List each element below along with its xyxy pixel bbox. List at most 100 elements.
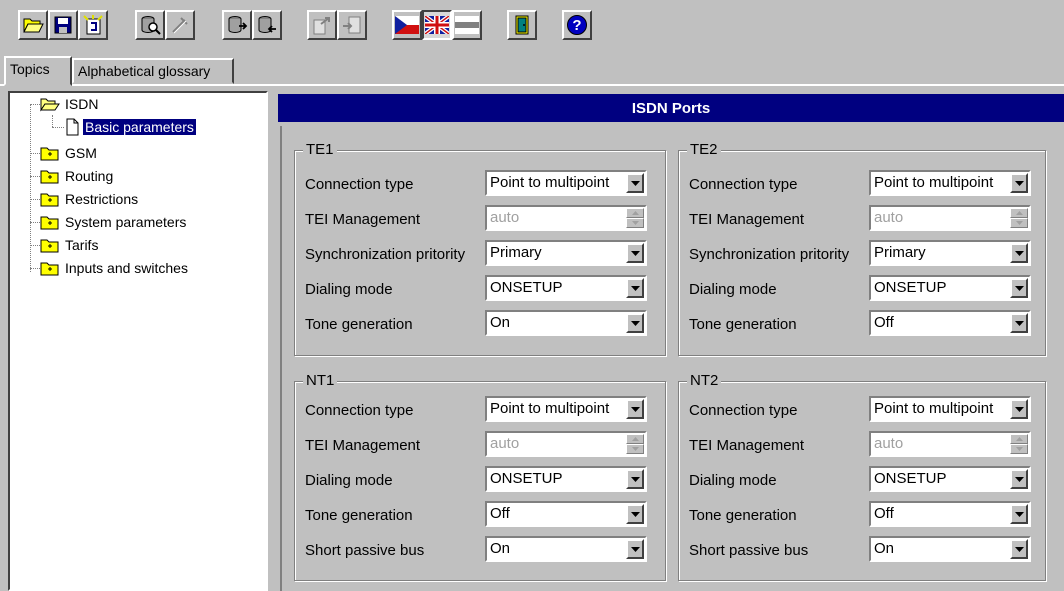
open-button[interactable] (18, 10, 48, 40)
te1-tone-generation-select[interactable]: On (485, 310, 647, 336)
tree-item-isdn[interactable]: ISDN (40, 93, 100, 115)
te2-tei-management-spinner[interactable]: auto (869, 205, 1031, 231)
open-folder-icon (40, 98, 60, 112)
nt2-tei-management-spinner[interactable]: auto (869, 431, 1031, 457)
dropdown-arrow-button[interactable] (1010, 243, 1028, 263)
dropdown-arrow-button[interactable] (1010, 278, 1028, 298)
te2-dialing-mode-select[interactable]: ONSETUP (869, 275, 1031, 301)
spin-up-icon[interactable] (626, 208, 644, 218)
tei-management-row: TEI Management auto (689, 431, 1039, 457)
dropdown-arrow-button[interactable] (1010, 399, 1028, 419)
spinner-value: auto (490, 435, 520, 452)
neutral-language-button[interactable] (452, 10, 482, 40)
te1-sync-priority-select[interactable]: Primary (485, 240, 647, 266)
field-label: Short passive bus (689, 542, 809, 559)
te2-connection-type-select[interactable]: Point to multipoint (869, 170, 1031, 196)
tree-item-label: Tarifs (65, 237, 99, 253)
dialing-mode-row: Dialing mode ONSETUP (689, 466, 1039, 492)
te1-connection-type-select[interactable]: Point to multipoint (485, 170, 647, 196)
tone-generation-row: Tone generation On (305, 310, 655, 336)
nt1-connection-type-select[interactable]: Point to multipoint (485, 396, 647, 422)
dropdown-arrow-button[interactable] (1010, 504, 1028, 524)
dropdown-arrow-button[interactable] (626, 313, 644, 333)
topics-tree[interactable]: ISDN Basic parameters GSM Routing Restri… (8, 91, 268, 591)
select-value: Point to multipoint (874, 174, 994, 191)
exit-button[interactable] (507, 10, 537, 40)
nt1-tone-generation-select[interactable]: Off (485, 501, 647, 527)
te1-dialing-mode-select[interactable]: ONSETUP (485, 275, 647, 301)
write-config-button[interactable] (252, 10, 282, 40)
save-button[interactable] (48, 10, 78, 40)
dropdown-arrow-button[interactable] (626, 243, 644, 263)
te2-sync-priority-select[interactable]: Primary (869, 240, 1031, 266)
help-button[interactable]: ? (562, 10, 592, 40)
tree-item-label: Restrictions (65, 191, 139, 207)
nt2-short-passive-bus-select[interactable]: On (869, 536, 1031, 562)
nt2-tone-generation-select[interactable]: Off (869, 501, 1031, 527)
select-value: On (490, 540, 511, 557)
tree-item-basic-parameters[interactable]: Basic parameters (64, 116, 197, 138)
english-language-button[interactable] (422, 10, 452, 40)
tree-item-restrictions[interactable]: Restrictions (40, 188, 140, 210)
dropdown-arrow-button[interactable] (626, 278, 644, 298)
tone-generation-row: Tone generation Off (305, 501, 655, 527)
dropdown-arrow-button[interactable] (1010, 173, 1028, 193)
tree-item-system-parameters[interactable]: System parameters (40, 211, 188, 233)
dropdown-arrow-button[interactable] (626, 399, 644, 419)
spin-buttons[interactable] (626, 208, 644, 228)
spin-down-icon[interactable] (1010, 444, 1028, 454)
dropdown-arrow-button[interactable] (626, 173, 644, 193)
tree-item-tarifs[interactable]: Tarifs (40, 234, 100, 256)
export-button[interactable] (307, 10, 337, 40)
spin-down-icon[interactable] (1010, 218, 1028, 228)
czech-language-button[interactable] (392, 10, 422, 40)
tree-item-gsm[interactable]: GSM (40, 142, 99, 164)
spin-up-icon[interactable] (1010, 208, 1028, 218)
nt1-dialing-mode-select[interactable]: ONSETUP (485, 466, 647, 492)
select-value: Point to multipoint (490, 174, 610, 191)
dropdown-arrow-button[interactable] (626, 504, 644, 524)
dialing-mode-row: Dialing mode ONSETUP (689, 275, 1039, 301)
chevron-down-icon (630, 320, 640, 326)
chevron-down-icon (1014, 406, 1024, 412)
database-search-button[interactable] (135, 10, 165, 40)
spin-buttons[interactable] (1010, 434, 1028, 454)
dropdown-arrow-button[interactable] (1010, 469, 1028, 489)
spin-down-icon[interactable] (626, 218, 644, 228)
upload-button[interactable] (337, 10, 367, 40)
import-icon (83, 15, 103, 35)
field-label: Tone generation (689, 507, 797, 524)
svg-text:?: ? (572, 17, 581, 34)
dropdown-arrow-button[interactable] (626, 469, 644, 489)
tab-topics[interactable]: Topics (4, 56, 72, 86)
spin-up-icon[interactable] (626, 434, 644, 444)
nt1-tei-management-spinner[interactable]: auto (485, 431, 647, 457)
spin-buttons[interactable] (1010, 208, 1028, 228)
import-button[interactable] (78, 10, 108, 40)
dropdown-arrow-button[interactable] (1010, 539, 1028, 559)
field-label: Short passive bus (305, 542, 425, 559)
spin-buttons[interactable] (626, 434, 644, 454)
tab-alphabetical-glossary[interactable]: Alphabetical glossary (72, 58, 234, 84)
dialing-mode-row: Dialing mode ONSETUP (305, 275, 655, 301)
dropdown-arrow-button[interactable] (626, 539, 644, 559)
dropdown-arrow-button[interactable] (1010, 313, 1028, 333)
pane-splitter[interactable] (268, 91, 278, 591)
read-config-button[interactable] (222, 10, 252, 40)
nt2-connection-type-select[interactable]: Point to multipoint (869, 396, 1031, 422)
te2-tone-generation-select[interactable]: Off (869, 310, 1031, 336)
spin-up-icon[interactable] (1010, 434, 1028, 444)
write-config-icon (258, 16, 276, 34)
nt1-short-passive-bus-select[interactable]: On (485, 536, 647, 562)
spin-down-icon[interactable] (626, 444, 644, 454)
field-label: Synchronization pritority (689, 246, 850, 263)
te1-tei-management-spinner[interactable]: auto (485, 205, 647, 231)
short-passive-bus-row: Short passive bus On (689, 536, 1039, 562)
disabled-tool-button[interactable] (165, 10, 195, 40)
nt2-dialing-mode-select[interactable]: ONSETUP (869, 466, 1031, 492)
tree-item-inputs-and-switches[interactable]: Inputs and switches (40, 257, 190, 279)
field-label: Synchronization pritority (305, 246, 466, 263)
select-value: ONSETUP (874, 279, 947, 296)
tree-item-routing[interactable]: Routing (40, 165, 115, 187)
field-label: Connection type (689, 176, 798, 193)
